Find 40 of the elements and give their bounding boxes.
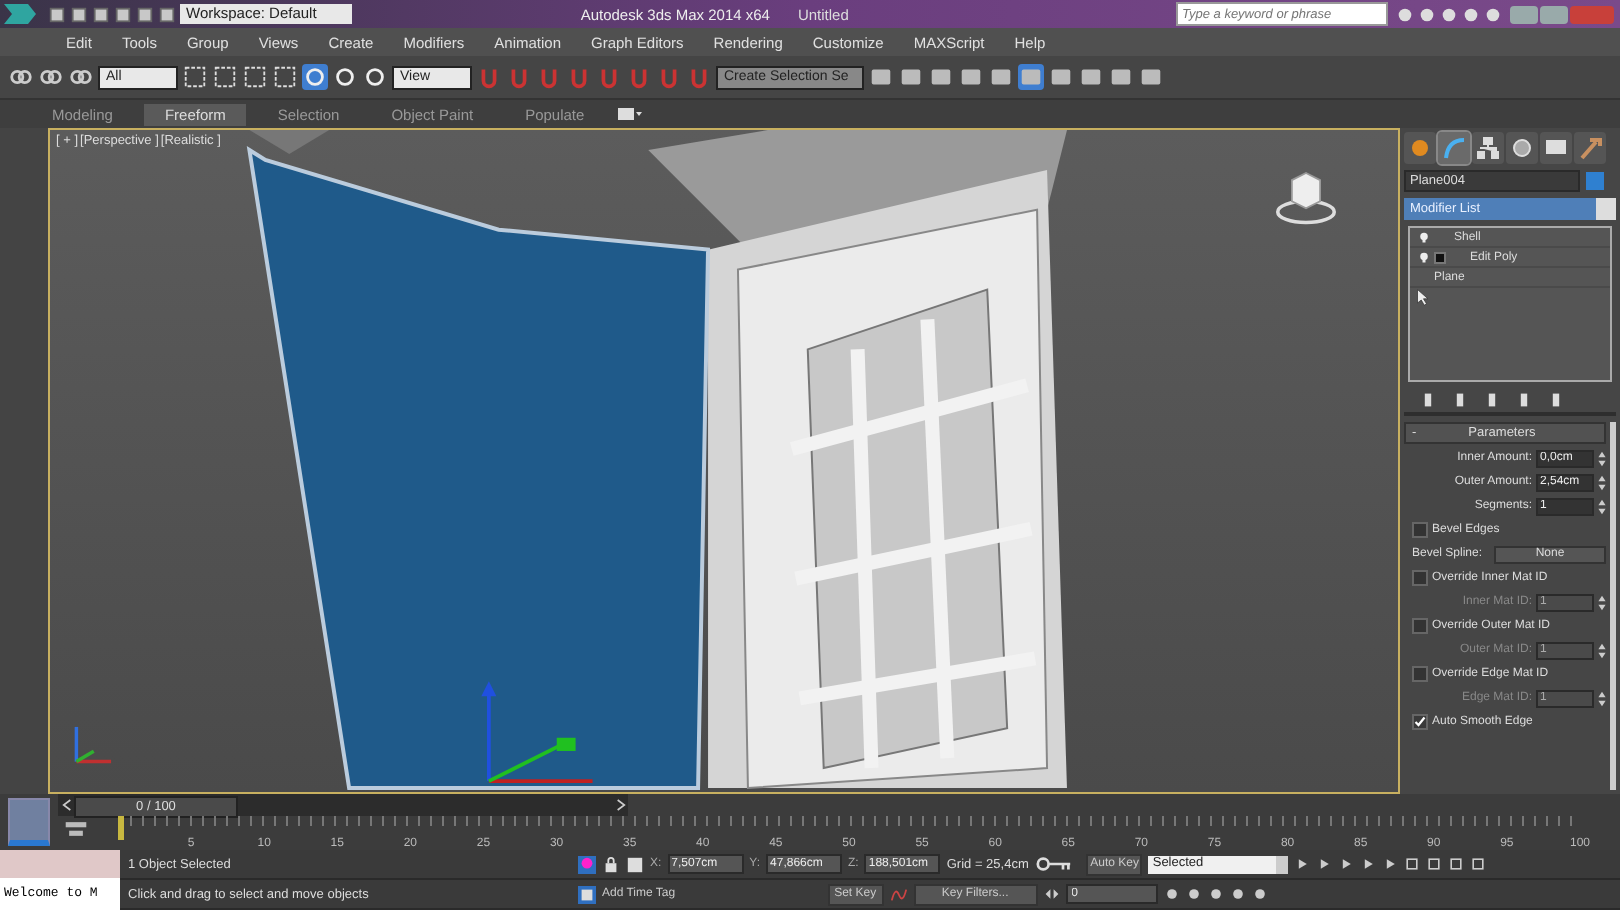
link-icon[interactable]: [8, 64, 34, 90]
select-by-name-icon[interactable]: [212, 64, 238, 90]
checkbox[interactable]: [1412, 618, 1428, 634]
view-cube-icon[interactable]: [1270, 166, 1342, 226]
next-frame-icon[interactable]: [612, 796, 628, 814]
hierarchy-icon[interactable]: [1472, 132, 1504, 164]
previous-frame-icon[interactable]: [58, 796, 74, 814]
mouse-cursor-icon: [1416, 288, 1428, 306]
rotate-icon[interactable]: [332, 64, 358, 90]
lightbulb-icon[interactable]: [1418, 231, 1430, 243]
time-tag-icon[interactable]: [578, 885, 596, 903]
maximize-button[interactable]: [1540, 5, 1568, 23]
checkbox[interactable]: [1412, 666, 1428, 682]
select-icon[interactable]: [182, 64, 208, 90]
sun-icon[interactable]: [1404, 132, 1436, 164]
minimize-button[interactable]: [1510, 5, 1538, 23]
isolate-selection-icon[interactable]: [578, 855, 596, 873]
current-frame-marker[interactable]: [118, 816, 124, 840]
ribbon-options-icon[interactable]: [616, 106, 645, 122]
key-mode-toggle-icon[interactable]: [1043, 886, 1060, 902]
tangent-curve-icon[interactable]: [889, 885, 908, 903]
expand-icon[interactable]: [1434, 251, 1446, 263]
spinner-arrows-icon[interactable]: [1598, 689, 1606, 707]
play-icon[interactable]: [1338, 856, 1355, 872]
checkbox[interactable]: [1412, 522, 1428, 538]
object-color-swatch[interactable]: [1586, 172, 1604, 190]
bind-icon[interactable]: [68, 64, 94, 90]
track-bar-icon[interactable]: [64, 820, 88, 838]
unlink-icon[interactable]: [38, 64, 64, 90]
monitor-icon[interactable]: [1540, 132, 1572, 164]
spinner-arrows-icon[interactable]: [1598, 449, 1606, 467]
checkbox[interactable]: [1412, 714, 1428, 730]
spinner-arrows-icon[interactable]: [1598, 497, 1606, 515]
key-icon[interactable]: [1036, 856, 1073, 872]
spinner-arrows-icon[interactable]: [1598, 593, 1606, 611]
spinner-arrows-icon[interactable]: [1598, 641, 1606, 659]
lock-icon[interactable]: [602, 855, 620, 873]
spinner-arrows-icon[interactable]: [1598, 473, 1606, 491]
checkbox[interactable]: [1412, 570, 1428, 586]
lightbulb-icon[interactable]: [1418, 251, 1430, 263]
